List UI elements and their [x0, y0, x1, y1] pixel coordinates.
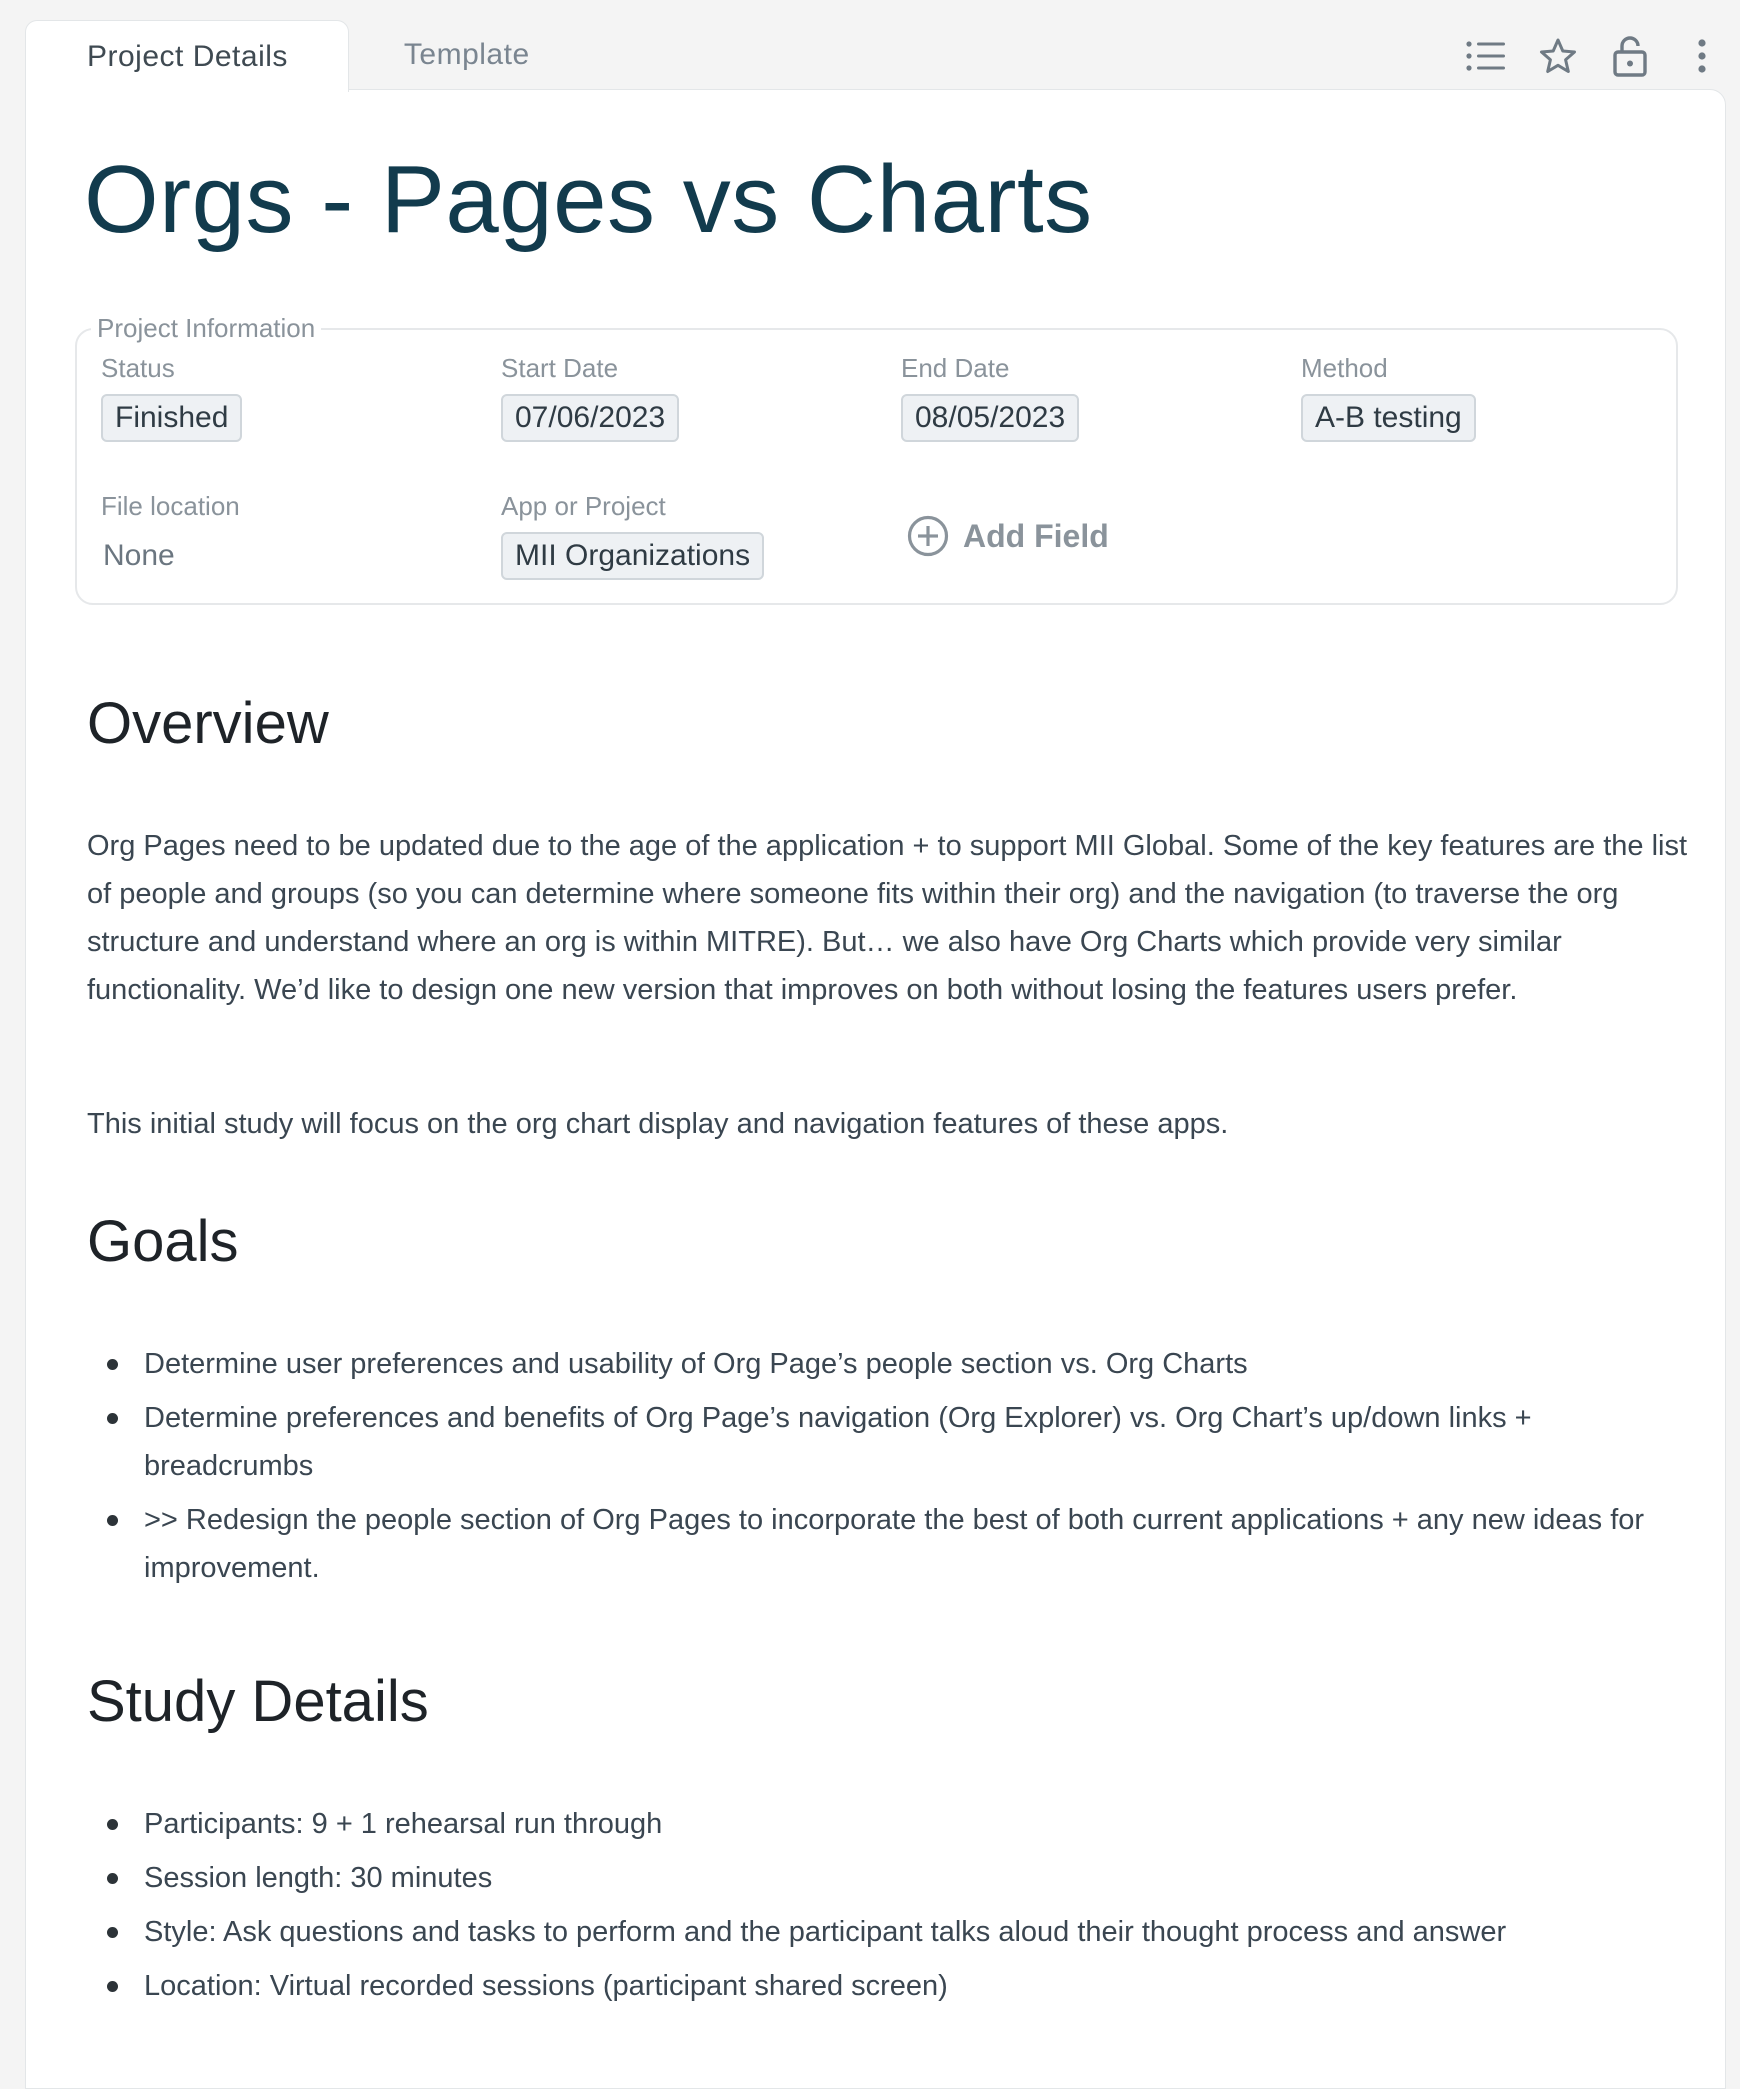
- star-icon[interactable]: [1534, 32, 1582, 80]
- more-vertical-icon[interactable]: [1678, 32, 1726, 80]
- status-field: Status Finished: [101, 352, 243, 442]
- tab-label: Template: [403, 38, 530, 71]
- add-field-button[interactable]: Add Field: [907, 515, 1109, 557]
- end-date-label: End Date: [901, 353, 1010, 383]
- toolbar: [1462, 28, 1726, 84]
- overview-paragraph: This initial study will focus on the org…: [87, 1108, 1229, 1140]
- lock-icon[interactable]: [1606, 32, 1654, 80]
- bullet-icon: [107, 1359, 118, 1370]
- app-or-project-chip[interactable]: MII Organizations: [501, 532, 765, 580]
- bullet-icon: [107, 1819, 118, 1830]
- add-field-label: Add Field: [963, 517, 1109, 554]
- file-location-value[interactable]: None: [101, 534, 240, 578]
- list-item: >> Redesign the people section of Org Pa…: [87, 1496, 1687, 1592]
- end-date-chip[interactable]: 08/05/2023: [901, 394, 1080, 442]
- document-frame: Project Details Template Orgs - Pages vs…: [25, 20, 1726, 2089]
- list-item: Session length: 30 minutes: [87, 1854, 1687, 1902]
- tab-template[interactable]: Template: [349, 20, 591, 90]
- bullet-icon: [107, 1515, 118, 1526]
- page-title[interactable]: Orgs - Pages vs Charts: [84, 152, 1093, 248]
- goals-heading: Goals: [87, 1209, 239, 1274]
- project-card: Orgs - Pages vs Charts Project Informati…: [25, 89, 1726, 2089]
- method-chip[interactable]: A-B testing: [1301, 394, 1476, 442]
- overview-heading: Overview: [87, 691, 329, 756]
- list-item: Determine preferences and benefits of Or…: [87, 1394, 1687, 1490]
- file-location-label: File location: [101, 491, 240, 521]
- study-details-heading: Study Details: [87, 1669, 429, 1734]
- plus-circle-icon: [907, 515, 949, 557]
- bullet-icon: [107, 1927, 118, 1938]
- tab-label: Project Details: [87, 39, 288, 73]
- file-location-field: File location None: [101, 490, 240, 578]
- start-date-chip[interactable]: 07/06/2023: [501, 394, 680, 442]
- goals-list: Determine user preferences and usability…: [87, 1340, 1687, 1598]
- list-item: Participants: 9 + 1 rehearsal run throug…: [87, 1800, 1687, 1848]
- project-information-group: Project Information Status Finished Star…: [75, 312, 1678, 605]
- list-item: Location: Virtual recorded sessions (par…: [87, 1962, 1687, 2010]
- tab-bar: Project Details Template: [25, 20, 591, 92]
- bullet-icon: [107, 1413, 118, 1424]
- start-date-label: Start Date: [501, 353, 619, 383]
- list-item: Style: Ask questions and tasks to perfor…: [87, 1908, 1687, 1956]
- app-or-project-label: App or Project: [501, 491, 666, 521]
- status-chip[interactable]: Finished: [101, 394, 243, 442]
- bullet-icon: [107, 1981, 118, 1992]
- overview-paragraph: Org Pages need to be updated due to the …: [87, 830, 1688, 1006]
- start-date-field: Start Date 07/06/2023: [501, 352, 680, 442]
- tab-project-details[interactable]: Project Details: [25, 20, 349, 92]
- project-information-legend: Project Information: [91, 312, 322, 344]
- method-label: Method: [1301, 353, 1388, 383]
- list-icon[interactable]: [1462, 32, 1510, 80]
- list-item: Determine user preferences and usability…: [87, 1340, 1687, 1388]
- method-field: Method A-B testing: [1301, 352, 1476, 442]
- end-date-field: End Date 08/05/2023: [901, 352, 1080, 442]
- bullet-icon: [107, 1873, 118, 1884]
- study-details-list: Participants: 9 + 1 rehearsal run throug…: [87, 1800, 1687, 2016]
- status-label: Status: [101, 353, 175, 383]
- app-or-project-field: App or Project MII Organizations: [501, 490, 765, 580]
